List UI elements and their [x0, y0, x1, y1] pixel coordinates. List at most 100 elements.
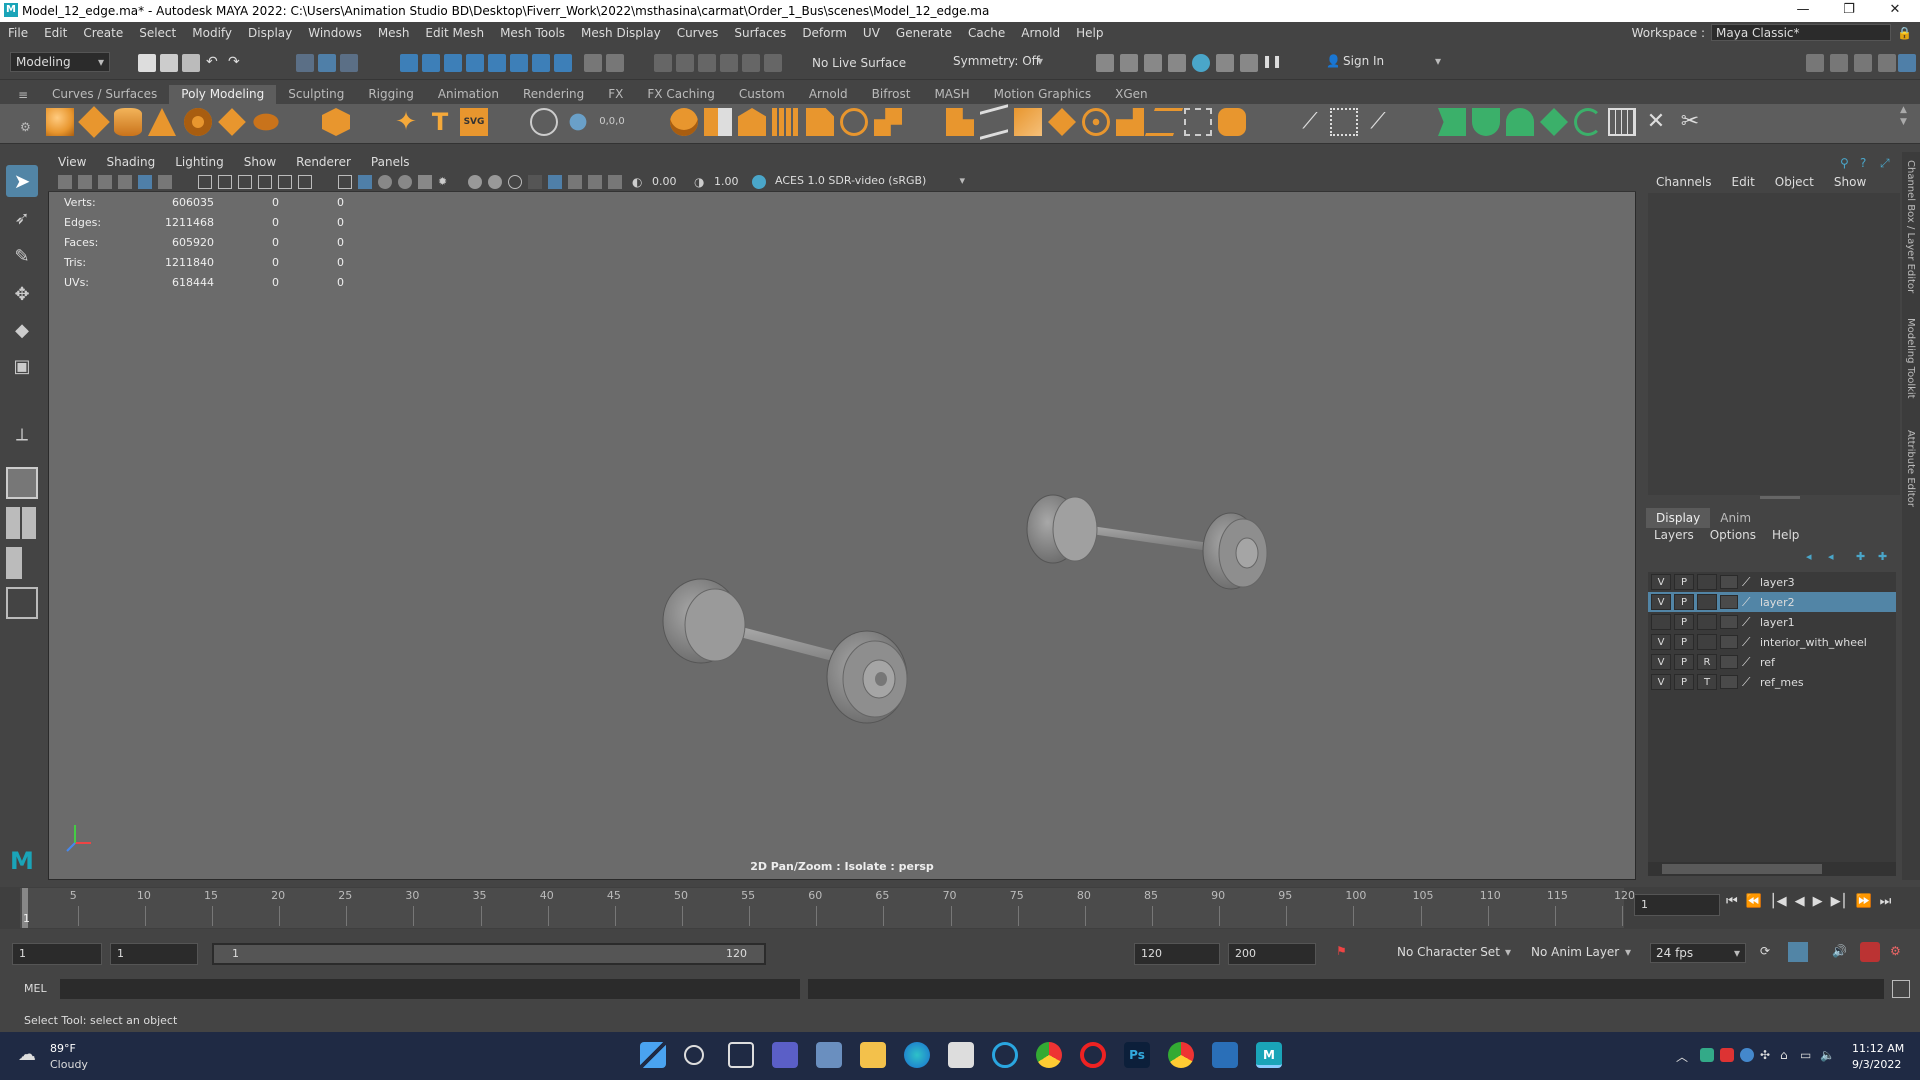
fps-dropdown[interactable]: 24 fps [1650, 943, 1746, 963]
transform-icon[interactable]: 0,0,0 [598, 108, 626, 136]
layer-color-swatch[interactable] [1720, 615, 1738, 629]
layer-edit-icon[interactable]: ⟋ [1742, 635, 1756, 650]
highlight-icon[interactable] [606, 54, 624, 72]
menu-cache[interactable]: Cache [960, 26, 1013, 40]
menu-windows[interactable]: Windows [300, 26, 370, 40]
menu-select[interactable]: Select [131, 26, 184, 40]
panel-menu-view[interactable]: View [48, 155, 96, 169]
safe-action-icon[interactable] [298, 175, 312, 189]
exposure-field[interactable]: 0.00 [652, 175, 677, 188]
shelf-tab-fx-caching[interactable]: FX Caching [635, 85, 726, 104]
shelf-tab-poly-modeling[interactable]: Poly Modeling [169, 85, 277, 104]
layer-name[interactable]: interior_with_wheel [1760, 636, 1867, 649]
uv-sew-icon[interactable]: ✕ [1642, 108, 1670, 136]
rotate-arrow-icon[interactable] [764, 54, 782, 72]
step-forward-key-icon[interactable]: ⏩ [1855, 894, 1871, 909]
shelf-tab-curves-surfaces[interactable]: Curves / Surfaces [40, 85, 169, 104]
poly-disc-icon[interactable] [253, 113, 279, 131]
symmetry-dropdown[interactable]: Symmetry: Off [948, 52, 1048, 72]
panel-menu-show[interactable]: Show [234, 155, 286, 169]
teams-chat-icon[interactable] [772, 1042, 798, 1068]
settings-app-icon[interactable] [992, 1042, 1018, 1068]
history-icon[interactable] [654, 54, 672, 72]
rotate-tool-icon[interactable]: ◆ [6, 315, 38, 347]
cloud-icon[interactable]: ☁ [18, 1044, 36, 1065]
menu-mesh[interactable]: Mesh [370, 26, 418, 40]
remote-desktop-icon[interactable] [1212, 1042, 1238, 1068]
layer-display-type-toggle[interactable]: R [1697, 654, 1717, 670]
wireframe-on-shaded-icon[interactable] [378, 175, 392, 189]
shelf-tab-rendering[interactable]: Rendering [511, 85, 596, 104]
layer-menu-help[interactable]: Help [1764, 528, 1807, 546]
render-sequence-icon[interactable] [1240, 54, 1258, 72]
paint-select-icon[interactable]: ✎ [6, 241, 38, 273]
snap-vertex-icon[interactable] [532, 54, 550, 72]
tool-settings-icon[interactable] [1854, 54, 1872, 72]
panel-menu-renderer[interactable]: Renderer [286, 155, 361, 169]
live-surface-label[interactable]: No Live Surface [812, 56, 906, 70]
workspace-dropdown[interactable]: Maya Classic* [1711, 24, 1892, 41]
uv-layout-icon[interactable] [1608, 108, 1636, 136]
select-object-icon[interactable] [318, 54, 336, 72]
side-tab-modeling-toolkit[interactable]: Modeling Toolkit [1905, 318, 1916, 399]
uv-spherical-icon[interactable] [1506, 108, 1534, 136]
gate-mask-icon[interactable] [258, 175, 272, 189]
outliner-layout-icon[interactable] [6, 587, 38, 619]
layer-visibility-toggle[interactable]: V [1651, 674, 1671, 690]
tray-dropbox-icon[interactable]: ✣ [1760, 1048, 1770, 1062]
poly-sphere-icon[interactable] [46, 108, 74, 136]
layer-row[interactable]: V P ⟋ layer3 [1648, 572, 1896, 592]
layer-playback-toggle[interactable]: P [1674, 614, 1694, 630]
character-set-dropdown[interactable]: No Character Set [1392, 943, 1516, 963]
lock-selection-icon[interactable] [584, 54, 602, 72]
layer-color-swatch[interactable] [1720, 635, 1738, 649]
camera-select-icon[interactable] [58, 175, 72, 189]
poly-text-icon[interactable]: T [426, 108, 454, 136]
step-back-frame-icon[interactable]: ⎮◀ [1770, 894, 1787, 909]
layer-edit-icon[interactable]: ⟋ [1742, 655, 1756, 670]
sound-icon[interactable]: 🔊 [1832, 944, 1847, 958]
layer-edit-icon[interactable]: ⟋ [1742, 595, 1756, 610]
layer-visibility-toggle[interactable]: V [1651, 594, 1671, 610]
render-frame-icon[interactable] [1120, 54, 1138, 72]
layer-tab-display[interactable]: Display [1646, 508, 1711, 528]
layer-name[interactable]: ref [1760, 656, 1775, 669]
record-icon[interactable] [1860, 942, 1880, 962]
menu-file[interactable]: File [0, 26, 36, 40]
layer-display-type-toggle[interactable] [1697, 594, 1717, 610]
layer-color-swatch[interactable] [1720, 575, 1738, 589]
layer-row[interactable]: P ⟋ layer1 [1648, 612, 1896, 632]
menu-generate[interactable]: Generate [888, 26, 960, 40]
anim-start-field[interactable]: 1 [110, 943, 198, 965]
layer-color-swatch[interactable] [1720, 675, 1738, 689]
windows-start-icon[interactable] [640, 1042, 666, 1068]
magnet-icon[interactable] [742, 54, 760, 72]
play-forward-icon[interactable]: ▶ [1813, 894, 1823, 909]
close-button[interactable]: ✕ [1872, 0, 1918, 22]
color-management-icon[interactable] [752, 175, 766, 189]
super-shape-icon[interactable]: ✦ [392, 108, 420, 136]
edge-browser-icon[interactable] [904, 1042, 930, 1068]
layer-name[interactable]: layer1 [1760, 616, 1795, 629]
layer-name[interactable]: layer3 [1760, 576, 1795, 589]
layer-display-type-toggle[interactable]: T [1697, 674, 1717, 690]
shelf-tab-animation[interactable]: Animation [426, 85, 511, 104]
isolate-select-icon[interactable] [548, 175, 562, 189]
shelf-tab-fx[interactable]: FX [596, 85, 635, 104]
layer-tab-anim[interactable]: Anim [1710, 508, 1761, 528]
menu-edit[interactable]: Edit [36, 26, 75, 40]
lasso-tool-icon[interactable]: ➶ [6, 203, 38, 235]
anim-end-field[interactable]: 200 [1228, 943, 1316, 965]
bevel-icon[interactable] [806, 108, 834, 136]
menu-modify[interactable]: Modify [184, 26, 240, 40]
layer-display-type-toggle[interactable] [1697, 574, 1717, 590]
snap-grid-icon[interactable] [400, 54, 418, 72]
tray-display-icon[interactable]: ▭ [1800, 1048, 1811, 1062]
component-tool-icon[interactable]: ⟂ [6, 419, 38, 451]
layer-edit-icon[interactable]: ⟋ [1742, 675, 1756, 690]
modeling-toolkit-icon[interactable] [1806, 54, 1824, 72]
xray-icon[interactable] [568, 175, 582, 189]
open-scene-icon[interactable] [160, 54, 178, 72]
scene-canvas[interactable] [49, 193, 1635, 879]
outliner-icon[interactable] [1878, 54, 1896, 72]
